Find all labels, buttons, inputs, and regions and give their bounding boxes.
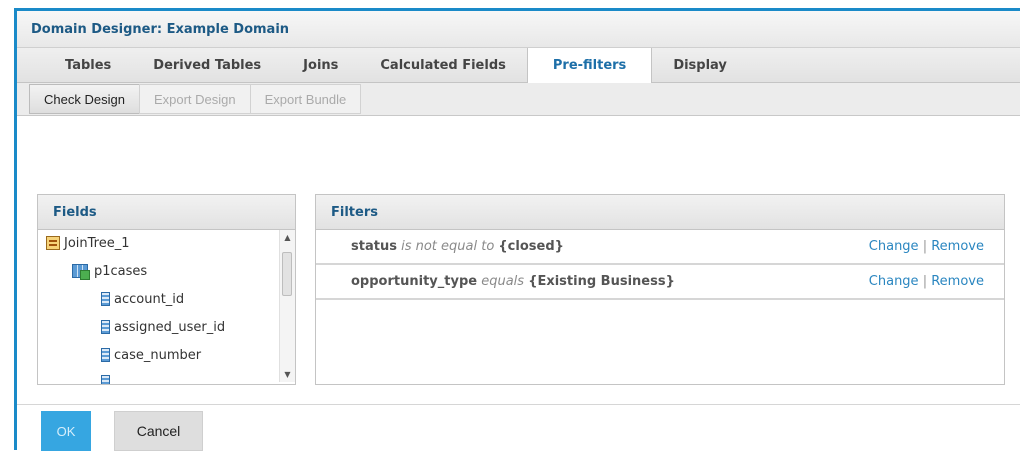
tree-item-label: p1cases	[94, 263, 148, 279]
tree-item-assigned-user-id[interactable]: assigned_user_id	[101, 316, 225, 338]
separator: |	[922, 274, 928, 289]
export-design-button[interactable]: Export Design	[138, 84, 251, 114]
filter-actions: Change | Remove	[869, 274, 984, 289]
filter-field: opportunity_type	[351, 274, 478, 289]
filter-operator: is not equal to	[401, 239, 495, 254]
field-icon	[101, 348, 110, 362]
fields-tree: JoinTree_1 p1cases account_id assigned_u…	[38, 230, 295, 384]
field-icon	[101, 292, 110, 306]
fields-panel: Fields JoinTree_1 p1cases account_id ass…	[37, 194, 296, 385]
filter-field: status	[351, 239, 397, 254]
tree-item-label: JoinTree_1	[64, 235, 130, 251]
table-icon	[72, 264, 90, 280]
join-tree-icon	[46, 236, 60, 250]
tab-derived-tables[interactable]: Derived Tables	[132, 48, 282, 82]
tab-bar: Tables Derived Tables Joins Calculated F…	[17, 48, 1020, 83]
fields-panel-title: Fields	[38, 195, 295, 230]
change-filter-link[interactable]: Change	[869, 274, 919, 289]
tree-item-partial[interactable]	[101, 371, 114, 384]
filter-row: status is not equal to {closed} Change |…	[316, 230, 1004, 265]
ok-button[interactable]: OK	[41, 411, 91, 451]
filter-value: {closed}	[498, 239, 564, 254]
field-icon	[101, 320, 110, 334]
tree-item-label: case_number	[114, 347, 202, 363]
check-design-button[interactable]: Check Design	[29, 84, 140, 114]
filter-value: {Existing Business}	[528, 274, 675, 289]
remove-filter-link[interactable]: Remove	[931, 239, 984, 254]
export-bundle-button[interactable]: Export Bundle	[249, 84, 362, 114]
cancel-button[interactable]: Cancel	[114, 411, 203, 451]
scrollbar-thumb[interactable]	[282, 252, 292, 296]
fields-scrollbar[interactable]: ▲ ▼	[279, 230, 295, 382]
filter-expression: status is not equal to {closed}	[351, 239, 564, 254]
tab-calculated-fields[interactable]: Calculated Fields	[359, 48, 526, 82]
scroll-down-icon[interactable]: ▼	[280, 367, 295, 382]
filter-expression: opportunity_type equals {Existing Busine…	[351, 274, 675, 289]
tab-tables[interactable]: Tables	[44, 48, 132, 82]
filters-panel: Filters status is not equal to {closed} …	[315, 194, 1005, 385]
toolbar: Check Design Export Design Export Bundle	[17, 83, 1020, 116]
change-filter-link[interactable]: Change	[869, 239, 919, 254]
tree-item-label: assigned_user_id	[114, 319, 226, 335]
filter-row: opportunity_type equals {Existing Busine…	[316, 265, 1004, 300]
tree-item-account-id[interactable]: account_id	[101, 288, 184, 310]
tree-item-jointree[interactable]: JoinTree_1	[46, 232, 130, 254]
tab-display[interactable]: Display	[652, 48, 748, 82]
tree-item-p1cases[interactable]: p1cases	[72, 260, 147, 282]
tree-item-case-number[interactable]: case_number	[101, 344, 201, 366]
tab-pre-filters[interactable]: Pre-filters	[526, 48, 653, 83]
separator: |	[922, 239, 928, 254]
window-title: Domain Designer: Example Domain	[17, 11, 1020, 48]
field-icon	[101, 375, 110, 384]
filter-operator: equals	[481, 274, 525, 289]
scroll-up-icon[interactable]: ▲	[280, 230, 295, 245]
footer-divider	[17, 404, 1020, 405]
filter-actions: Change | Remove	[869, 239, 984, 254]
tree-item-label: account_id	[114, 291, 185, 307]
domain-designer-window: Domain Designer: Example Domain Tables D…	[14, 8, 1020, 451]
tab-joins[interactable]: Joins	[282, 48, 359, 82]
filters-panel-title: Filters	[316, 195, 1004, 230]
remove-filter-link[interactable]: Remove	[931, 274, 984, 289]
